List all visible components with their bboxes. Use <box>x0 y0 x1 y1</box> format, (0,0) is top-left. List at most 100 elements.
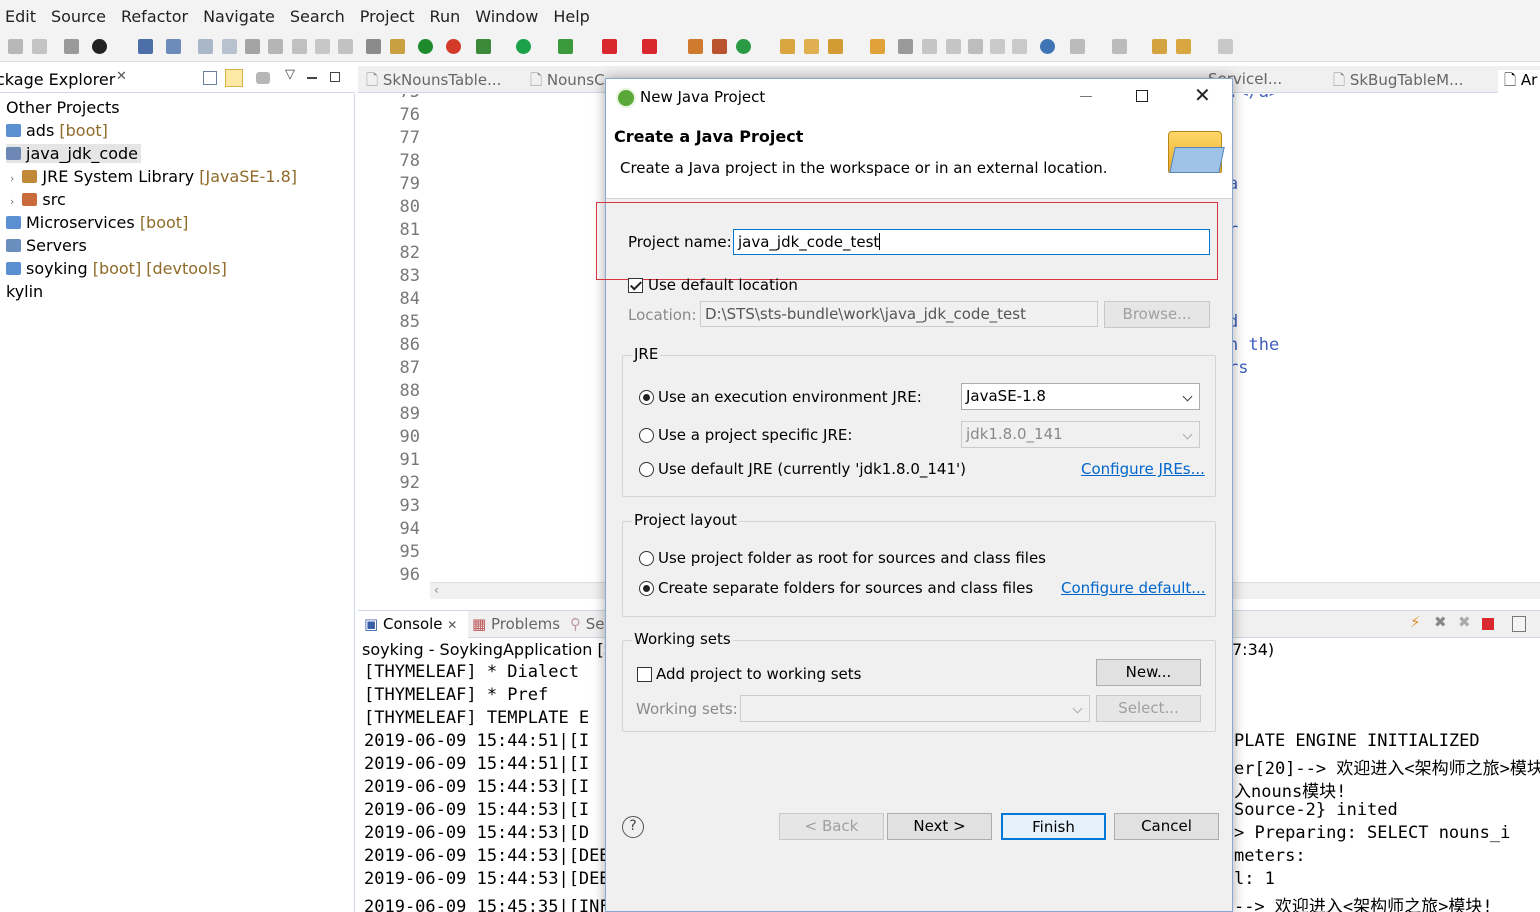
resume-icon[interactable] <box>198 39 213 54</box>
close-icon[interactable]: ✕ <box>447 618 457 632</box>
project-name-input[interactable]: java_jdk_code_test <box>733 229 1210 255</box>
tree-item-soyking[interactable]: soyking [boot] [devtools] <box>6 259 227 278</box>
jre-project-specific-select[interactable]: jdk1.8.0_141 <box>961 421 1200 448</box>
tree-item-jre-system-library[interactable]: › JRE System Library [JavaSE-1.8] <box>10 167 297 186</box>
debug-target-icon[interactable] <box>92 39 107 54</box>
editor-tab[interactable]: 🗋 NounsC <box>530 70 605 95</box>
step-into-icon[interactable] <box>292 39 307 54</box>
close-icon[interactable]: ✕ <box>116 69 127 84</box>
drop-frame-icon[interactable] <box>366 39 381 54</box>
forward-icon[interactable] <box>1218 39 1233 54</box>
menu-help[interactable]: Help <box>553 7 589 26</box>
terminate-icon[interactable] <box>1482 618 1494 630</box>
jre-exec-env-radio[interactable] <box>639 390 654 405</box>
disconnect-icon[interactable] <box>268 39 283 54</box>
annotation-icon[interactable] <box>898 39 913 54</box>
console-icon[interactable] <box>138 39 153 54</box>
tree-item-microservices[interactable]: Microservices [boot] <box>6 213 188 232</box>
menu-navigate[interactable]: Navigate <box>203 7 275 26</box>
menu-project[interactable]: Project <box>360 7 415 26</box>
suspend-icon[interactable] <box>222 39 237 54</box>
run-icon[interactable] <box>516 39 531 54</box>
add-to-working-sets-checkbox[interactable] <box>637 667 652 682</box>
chevron-right-icon[interactable]: › <box>10 172 14 185</box>
remove-launch-icon[interactable]: ✖ <box>1434 613 1447 631</box>
package-explorer-title[interactable]: ckage Explorer <box>0 70 115 89</box>
location-input[interactable]: D:\STS\sts-bundle\work\java_jdk_code_tes… <box>700 301 1098 327</box>
save-icon[interactable] <box>8 39 23 54</box>
menu-window[interactable]: Window <box>475 7 538 26</box>
toggle-breadcrumb-icon[interactable] <box>946 39 961 54</box>
back-button[interactable]: < Back <box>779 813 884 840</box>
tree-item-kylin[interactable]: kylin <box>6 282 43 301</box>
open-folder-icon[interactable] <box>870 39 885 54</box>
tree-item-other-projects[interactable]: Other Projects <box>6 98 120 117</box>
scroll-left-icon[interactable]: ‹ <box>434 583 439 597</box>
search-icon[interactable] <box>828 39 843 54</box>
use-step-filters-icon[interactable] <box>390 39 405 54</box>
minimize-icon[interactable] <box>1080 96 1092 97</box>
show-whitespace-icon[interactable] <box>1012 39 1027 54</box>
menu-run[interactable]: Run <box>430 7 461 26</box>
save-all-icon[interactable] <box>32 39 47 54</box>
jre-project-specific-radio[interactable] <box>639 428 654 443</box>
tab-problems[interactable]: ▦ Problems <box>472 615 560 633</box>
maximize-icon[interactable] <box>330 72 340 82</box>
new-working-set-button[interactable]: New... <box>1096 659 1201 686</box>
help-icon[interactable]: ? <box>622 816 644 838</box>
remove-all-icon[interactable]: ✖ <box>1458 613 1471 631</box>
step-over-icon[interactable] <box>315 39 330 54</box>
menu-refactor[interactable]: Refactor <box>121 7 188 26</box>
menu-source[interactable]: Source <box>51 7 106 26</box>
relaunch-icon[interactable] <box>446 39 461 54</box>
next-annotation-icon[interactable] <box>1070 39 1085 54</box>
cancel-button[interactable]: Cancel <box>1114 813 1219 840</box>
run-coverage-icon[interactable] <box>558 39 573 54</box>
editor-tab-active[interactable]: 🗋 Ar <box>1498 70 1540 95</box>
jre-default-radio[interactable] <box>639 462 654 477</box>
terminate-icon[interactable] <box>245 39 260 54</box>
tree-item-servers[interactable]: Servers <box>6 236 87 255</box>
open-type-icon[interactable] <box>780 39 795 54</box>
minimize-icon[interactable] <box>307 77 317 79</box>
configure-jres-link[interactable]: Configure JREs... <box>1081 460 1205 478</box>
new-class-icon[interactable] <box>736 39 751 54</box>
next-button[interactable]: Next > <box>887 813 992 840</box>
layout-separate-radio[interactable] <box>639 581 654 596</box>
finish-button[interactable]: Finish <box>1001 813 1106 840</box>
tab-servers[interactable]: ⚲ Se <box>570 615 605 633</box>
configure-default-link[interactable]: Configure default... <box>1061 579 1206 597</box>
jre-exec-env-select[interactable]: JavaSE-1.8 <box>961 383 1200 410</box>
skip-breakpoints-icon[interactable] <box>166 39 181 54</box>
menu-edit[interactable]: Edit <box>5 7 36 26</box>
previous-annotation-icon[interactable] <box>1112 39 1127 54</box>
tree-item-java-jdk-code[interactable]: java_jdk_code <box>6 144 141 163</box>
open-task-icon[interactable] <box>804 39 819 54</box>
mark-occurrences-icon[interactable] <box>922 39 937 54</box>
back-icon[interactable] <box>1176 39 1191 54</box>
new-java-project-icon[interactable] <box>688 39 703 54</box>
last-edit-location-icon[interactable] <box>1152 39 1167 54</box>
menu-search[interactable]: Search <box>290 7 345 26</box>
editor-tab[interactable]: 🗋 SkNounsTable... <box>366 70 501 95</box>
browse-button[interactable]: Browse... <box>1104 301 1210 328</box>
tree-item-ads[interactable]: ads [boot] <box>6 121 108 140</box>
link-with-editor-icon[interactable] <box>225 69 243 87</box>
close-icon[interactable]: ✕ <box>1194 83 1211 107</box>
step-return-icon[interactable] <box>338 39 353 54</box>
print-icon[interactable] <box>64 39 79 54</box>
word-wrap-icon[interactable] <box>990 39 1005 54</box>
view-menu-icon[interactable]: ▽ <box>285 67 295 82</box>
new-package-icon[interactable] <box>712 39 727 54</box>
layout-root-radio[interactable] <box>639 551 654 566</box>
filter-icon[interactable] <box>256 72 270 84</box>
collapse-all-icon[interactable] <box>203 71 217 85</box>
spring-boot-icon[interactable] <box>418 39 433 54</box>
browser-icon[interactable] <box>1040 39 1055 54</box>
clear-console-icon[interactable] <box>1512 616 1526 632</box>
external-tools-icon[interactable] <box>602 39 617 54</box>
new-server-icon[interactable] <box>642 39 657 54</box>
working-sets-select[interactable] <box>740 695 1090 722</box>
tab-console[interactable]: ▣ Console ✕ <box>364 615 457 633</box>
use-default-location-checkbox[interactable] <box>628 278 643 293</box>
